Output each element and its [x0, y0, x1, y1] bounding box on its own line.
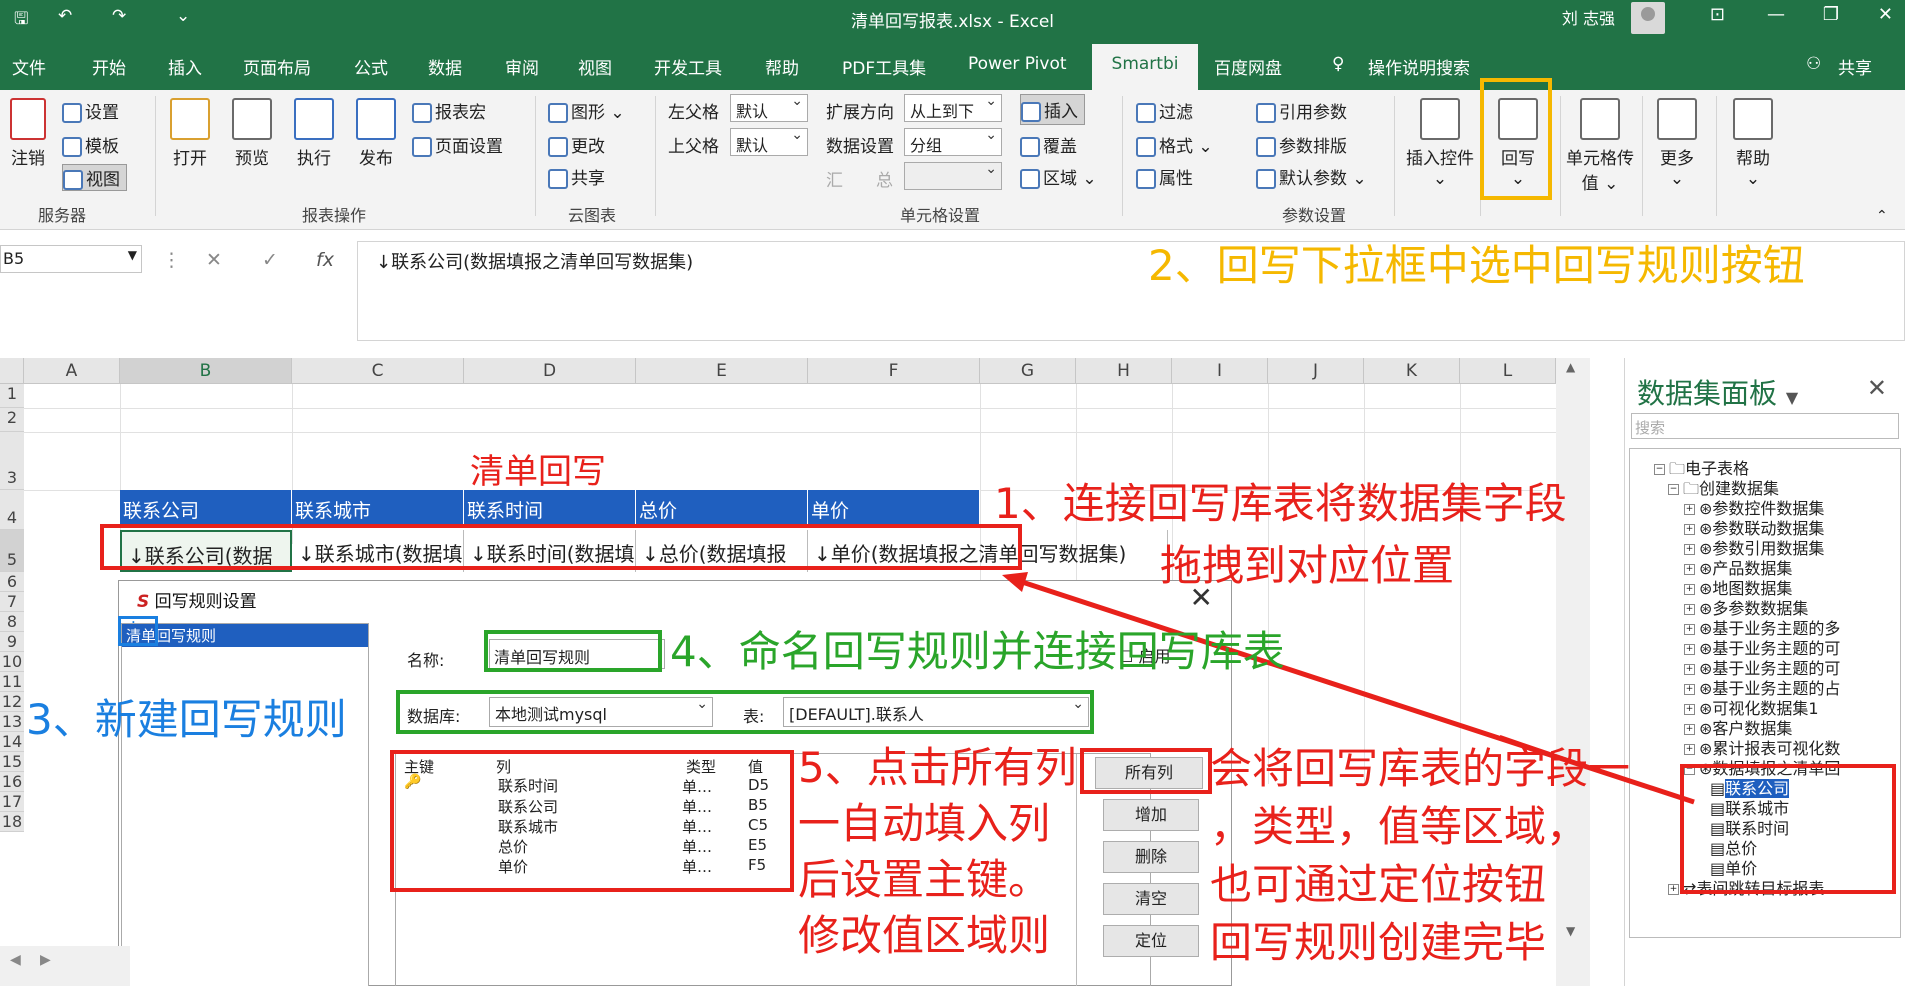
annotation-step2: 2、回写下拉框中选中回写规则按钮: [1148, 241, 1805, 290]
annotation-result: 会将回写库表的字段一 ，类型，值等区域， 也可通过定位按钮 回写规则创建完毕: [1210, 744, 1631, 967]
next-sheet-icon[interactable]: ▶: [40, 952, 51, 968]
annotation-step5: 5、点击所有列 一自动填入列 后设置主键。 修改值区域则: [798, 743, 1077, 960]
annotation-step1b: 拖拽到对应位置: [1160, 541, 1455, 590]
prev-sheet-icon[interactable]: ◀: [10, 952, 21, 968]
sheet-tabs[interactable]: ◀ ▶: [0, 946, 130, 986]
annotation-step3: 3、新建回写规则: [26, 695, 347, 744]
annotation-step4: 4、命名回写规则并连接回写库表: [670, 627, 1285, 676]
annotation-step1: 1、连接回写库表将数据集字段: [994, 479, 1567, 528]
